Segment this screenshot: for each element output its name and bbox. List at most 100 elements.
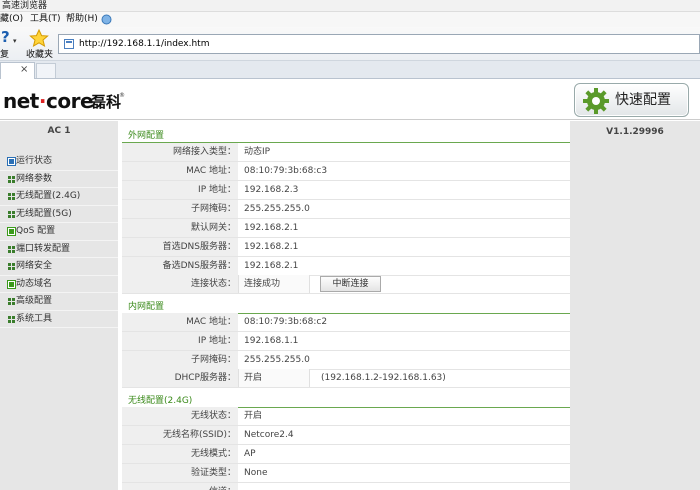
quick-setup-button[interactable]: 快速配置 — [574, 83, 689, 117]
sidebar: AC 1 运行状态网络参数无线配置(2.4G) 无线配置(5G) QoS 配置端口转… — [0, 121, 118, 490]
back-label: 复 — [0, 50, 10, 60]
logo-net: net — [3, 89, 39, 113]
grid-icon — [8, 298, 15, 305]
sidebar-item-label: 系统工具 — [16, 313, 53, 324]
row-key: 默认网关： — [122, 219, 238, 237]
info-row: 无线状态： 开启 — [122, 407, 570, 426]
sidebar-item-label: 网络参数 — [16, 173, 53, 184]
sidebar-item[interactable]: 端口转发配置 — [0, 241, 118, 258]
quick-setup-label: 快速配置 — [615, 92, 671, 108]
row-value: 开启 — [244, 373, 263, 383]
row-key: DHCP服务器： — [122, 369, 238, 387]
info-row: 默认网关： 192.168.2.1 — [122, 219, 570, 238]
sidebar-item[interactable]: 无线配置(5G) — [0, 206, 118, 223]
disconnect-button[interactable]: 中断连接 — [320, 276, 381, 292]
info-row: MAC 地址： 08:10:79:3b:68:c3 — [122, 162, 570, 181]
info-row: IP 地址： 192.168.2.3 — [122, 181, 570, 200]
logo-chinese: 磊科 — [91, 93, 122, 111]
back-button[interactable]: ? ▾ 复 — [0, 29, 22, 60]
info-row: 验证类型： None — [122, 464, 570, 483]
row-value: 192.168.2.3 — [244, 185, 299, 195]
sidebar-item-label: 无线配置(5G) — [16, 208, 72, 219]
tab-strip: × — [0, 61, 700, 79]
row-value: 08:10:79:3b:68:c2 — [244, 317, 328, 327]
main-content: 外网配置 网络接入类型： 动态IP MAC 地址： 08:10:79:3b:68:c3… — [118, 121, 570, 490]
close-tab-icon[interactable]: × — [20, 64, 28, 75]
menu-bar: 藏(O) 工具(T) 帮助(H) — [0, 12, 700, 27]
page-header: net·core 磊科 ® 快速配置 — [0, 80, 700, 120]
row-key: 无线状态： — [122, 407, 238, 425]
netcore-logo: net·core — [3, 89, 94, 113]
sidebar-item-label: 运行状态 — [16, 156, 53, 166]
grid-icon — [8, 245, 15, 253]
grid-icon — [8, 315, 15, 323]
row-key: 信道： — [122, 483, 238, 490]
row-value: 动态IP — [244, 147, 271, 157]
section-wan-title: 外网配置 — [122, 123, 570, 143]
row-key: 子网掩码： — [122, 351, 238, 369]
grid-icon — [8, 263, 15, 270]
info-row: IP 地址： 192.168.1.1 — [122, 332, 570, 351]
url-text[interactable]: http://192.168.1.1/index.htm — [79, 35, 209, 53]
info-row: 子网掩码： 255.255.255.0 — [122, 200, 570, 219]
new-tab-button[interactable] — [36, 63, 56, 78]
feedback-icon[interactable] — [101, 14, 112, 25]
sidebar-item[interactable]: 高级配置 — [0, 293, 118, 311]
chevron-down-icon[interactable]: ▾ — [13, 37, 17, 45]
browser-tab[interactable]: × — [0, 62, 35, 79]
address-bar[interactable]: http://192.168.1.1/index.htm — [58, 34, 700, 54]
right-panel: V1.1.29996 — [570, 121, 700, 490]
sidebar-item[interactable]: QoS 配置 — [0, 223, 118, 241]
row-key: MAC 地址： — [122, 313, 238, 331]
firmware-version: V1.1.29996 — [606, 127, 664, 137]
sidebar-item[interactable]: 无线配置(2.4G) — [0, 188, 118, 206]
row-value: 255.255.255.0 — [244, 355, 310, 365]
row-key: 首选DNS服务器： — [122, 238, 238, 256]
row-key: 网络接入类型： — [122, 143, 238, 161]
section-wlan24-label: 无线配置(2.4G) — [128, 396, 193, 406]
menu-help[interactable]: 帮助(H) — [66, 13, 98, 26]
info-row: MAC 地址： 08:10:79:3b:68:c2 — [122, 313, 570, 332]
grid-icon — [8, 210, 15, 218]
favorites-button[interactable]: 收藏夹 — [24, 28, 54, 60]
grid-icon — [8, 175, 15, 183]
info-row: 网络接入类型： 动态IP — [122, 143, 570, 162]
sidebar-item[interactable]: 网络安全 — [0, 258, 118, 276]
device-model: AC 1 — [47, 126, 71, 136]
info-row: 首选DNS服务器： 192.168.2.1 — [122, 238, 570, 257]
row-key: 无线模式： — [122, 445, 238, 463]
svg-text:?: ? — [1, 29, 10, 45]
square-green-icon — [7, 227, 16, 236]
sidebar-item[interactable]: 系统工具 — [0, 311, 118, 328]
sidebar-item-label: 高级配置 — [16, 296, 53, 306]
menu-favorites[interactable]: 藏(O) — [0, 13, 23, 26]
browser-toolbar: ? ▾ 复 收藏夹 http://192.168.1.1/index.htm — [0, 27, 700, 61]
logo-core: core — [45, 89, 94, 113]
sidebar-nav: 运行状态网络参数无线配置(2.4G) 无线配置(5G) QoS 配置端口转发配置 网络… — [0, 153, 118, 328]
row-key: 无线名称(SSID)： — [122, 426, 238, 444]
section-wlan24-title: 无线配置(2.4G) — [122, 388, 570, 408]
dhcp-range: (192.168.1.2-192.168.1.63) — [321, 373, 446, 383]
row-dhcp: DHCP服务器： 开启 (192.168.1.2-192.168.1.63) — [122, 369, 570, 388]
sidebar-item[interactable]: 运行状态 — [0, 153, 118, 171]
favorites-label: 收藏夹 — [26, 50, 54, 60]
page-icon — [64, 39, 74, 49]
section-lan-label: 内网配置 — [128, 302, 165, 312]
row-value: Netcore2.4 — [244, 430, 294, 440]
row-value: None — [244, 468, 268, 478]
row-key: 连接状态： — [122, 275, 238, 293]
sidebar-item[interactable]: 网络参数 — [0, 171, 118, 188]
sidebar-item-label: QoS 配置 — [16, 226, 56, 236]
row-value: 连接成功 — [244, 279, 281, 289]
menu-tools[interactable]: 工具(T) — [30, 13, 61, 26]
row-value: 192.168.2.1 — [244, 242, 299, 252]
row-value: 192.168.2.1 — [244, 223, 299, 233]
row-value: 255.255.255.0 — [244, 204, 310, 214]
row-key: 备选DNS服务器： — [122, 257, 238, 275]
star-icon — [29, 29, 49, 47]
row-key: 子网掩码： — [122, 200, 238, 218]
row-value: 192.168.1.1 — [244, 336, 299, 346]
info-row: 信道： — [122, 483, 570, 490]
section-wan-label: 外网配置 — [128, 131, 165, 141]
sidebar-item[interactable]: 动态域名 — [0, 276, 118, 293]
